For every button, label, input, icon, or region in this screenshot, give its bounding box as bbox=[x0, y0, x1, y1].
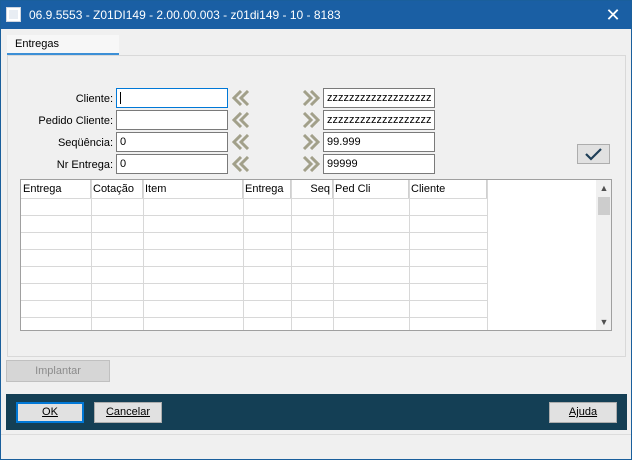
title-bar: 06.9.5553 - Z01DI149 - 2.00.00.003 - z01… bbox=[1, 1, 631, 29]
column-header-cliente[interactable]: Cliente bbox=[409, 180, 487, 198]
nr-entrega-from-input[interactable]: 0 bbox=[116, 154, 228, 174]
text-caret bbox=[120, 92, 121, 105]
cliente-from-input[interactable] bbox=[116, 88, 228, 108]
ok-button[interactable]: OK bbox=[16, 402, 84, 423]
double-chevron-left-icon[interactable] bbox=[232, 134, 250, 150]
pedido-cliente-label: Pedido Cliente: bbox=[38, 115, 113, 127]
cliente-to-input[interactable]: zzzzzzzzzzzzzzzzzzz bbox=[323, 88, 435, 108]
cliente-label: Cliente: bbox=[75, 93, 113, 105]
scroll-thumb[interactable] bbox=[598, 197, 610, 215]
grid-col-divider bbox=[409, 180, 410, 330]
window-title: 06.9.5553 - Z01DI149 - 2.00.00.003 - z01… bbox=[29, 8, 341, 22]
double-chevron-right-icon[interactable] bbox=[302, 112, 320, 128]
grid-col-divider bbox=[243, 180, 244, 330]
apply-filter-button[interactable] bbox=[577, 144, 610, 164]
tab-entregas-label: Entregas bbox=[15, 38, 60, 50]
grid-col-divider bbox=[143, 180, 144, 330]
double-chevron-left-icon[interactable] bbox=[232, 112, 250, 128]
pedido-cliente-to-input[interactable]: zzzzzzzzzzzzzzzzzzz bbox=[323, 110, 435, 130]
double-chevron-right-icon[interactable] bbox=[302, 90, 320, 106]
grid-col-divider bbox=[291, 180, 292, 330]
grid-vertical-scrollbar[interactable]: ▲ ▼ bbox=[596, 180, 611, 330]
nr-entrega-label: Nr Entrega: bbox=[56, 159, 113, 171]
double-chevron-right-icon[interactable] bbox=[302, 134, 320, 150]
grid-col-divider bbox=[333, 180, 334, 330]
column-header-cotacao[interactable]: Cotação bbox=[91, 180, 143, 198]
cancel-button[interactable]: Cancelar bbox=[94, 402, 162, 423]
column-header-item[interactable]: Item bbox=[143, 180, 243, 198]
double-chevron-left-icon[interactable] bbox=[232, 156, 250, 172]
close-button[interactable]: ✕ bbox=[601, 3, 625, 27]
double-chevron-left-icon[interactable] bbox=[232, 90, 250, 106]
nr-entrega-to-input[interactable]: 99999 bbox=[323, 154, 435, 174]
checkmark-icon bbox=[585, 148, 602, 161]
tab-entregas[interactable]: Entregas bbox=[7, 35, 119, 55]
implantar-button[interactable]: Implantar bbox=[6, 360, 110, 382]
entregas-grid[interactable]: Entrega Cotação Item Entrega Seq Ped Cli… bbox=[20, 179, 612, 331]
column-header-seq[interactable]: Seq bbox=[291, 180, 333, 198]
app-icon bbox=[6, 7, 21, 22]
pedido-cliente-from-input[interactable] bbox=[116, 110, 228, 130]
help-button[interactable]: Ajuda bbox=[549, 402, 617, 423]
status-strip bbox=[1, 434, 631, 459]
sequencia-to-input[interactable]: 99.999 bbox=[323, 132, 435, 152]
column-header-entrega-2[interactable]: Entrega bbox=[243, 180, 291, 198]
column-header-entrega[interactable]: Entrega bbox=[21, 180, 91, 198]
close-icon: ✕ bbox=[605, 5, 621, 25]
grid-col-divider bbox=[487, 180, 488, 330]
scroll-down-icon[interactable]: ▼ bbox=[596, 314, 611, 330]
grid-col-divider bbox=[91, 180, 92, 330]
sequencia-from-input[interactable]: 0 bbox=[116, 132, 228, 152]
column-header-ped-cli[interactable]: Ped Cli bbox=[333, 180, 409, 198]
scroll-up-icon[interactable]: ▲ bbox=[596, 180, 611, 196]
footer-bar: OK Cancelar Ajuda bbox=[6, 394, 627, 430]
double-chevron-right-icon[interactable] bbox=[302, 156, 320, 172]
sequencia-label: Seqüência: bbox=[57, 137, 113, 149]
dialog-window: 06.9.5553 - Z01DI149 - 2.00.00.003 - z01… bbox=[0, 0, 632, 460]
